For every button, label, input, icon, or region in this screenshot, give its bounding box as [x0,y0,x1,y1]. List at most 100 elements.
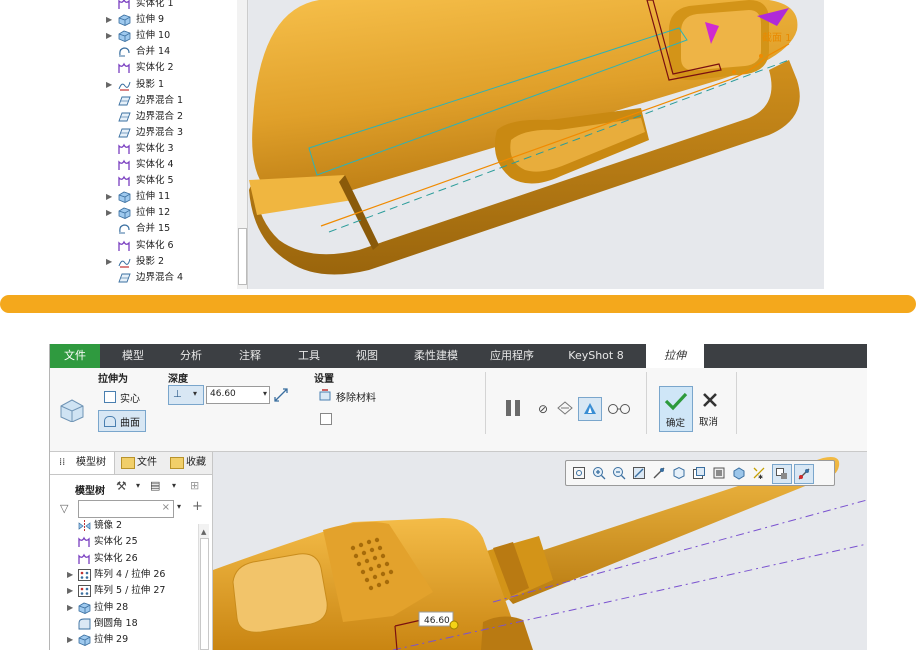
expand-icon[interactable]: ▶ [67,600,73,616]
boundary-blend-icon [118,95,131,107]
chevron-down-icon[interactable]: ▾ [172,481,176,490]
tree-item-label: 拉伸 28 [94,601,129,613]
repaint-icon[interactable] [632,466,646,480]
thicken-checkbox[interactable] [320,413,332,425]
tree-scrollbar[interactable] [237,0,248,289]
tree-item-label: 实体化 6 [136,239,174,251]
refit-icon[interactable] [572,466,586,480]
depth-input-value: 46.60 [210,389,236,399]
chevron-down-icon: ▾ [262,389,267,398]
datum-display-icon[interactable]: ✱ [752,466,766,480]
tab-file[interactable]: 文件 [50,344,100,368]
display-style-icon[interactable] [732,466,746,480]
cancel-button[interactable]: 取消 [695,386,725,430]
no-preview-icon[interactable]: ⊘ [538,402,548,416]
verify-mode-button[interactable] [578,397,602,421]
scrollbar-thumb[interactable] [238,228,247,285]
boundary-blend-icon [118,127,131,139]
surface-button[interactable]: 曲面 [98,410,146,432]
view-manager-icon[interactable] [692,466,706,480]
top-screenshot: 实体化 1 ▶ 拉伸 9 ▶ 拉伸 10 合并 14 实体化 2 ▶ 投影 1 边界混合 1 边界混… [92,0,824,289]
spin-toggle[interactable] [794,464,814,484]
expand-icon[interactable]: ▶ [106,77,112,93]
scrollbar-thumb[interactable] [200,538,209,650]
drag-handle[interactable] [449,620,459,630]
tab-tools[interactable]: 工具 [284,344,334,368]
favorites-icon [170,457,184,469]
expand-icon[interactable]: ▶ [106,254,112,270]
saved-orientations-icon[interactable] [672,466,686,480]
expand-icon[interactable]: ▶ [106,28,112,44]
projection-icon [118,256,131,268]
ribbon-tab-bar: 文件 模型 分析 注释 工具 视图 柔性建模 应用程序 KeyShot 8 拉伸 [50,344,867,368]
annotation-display-icon [776,468,787,479]
tab-view[interactable]: 视图 [342,344,392,368]
tab-applications[interactable]: 应用程序 [482,344,542,368]
expand-icon[interactable]: ▶ [67,567,73,583]
expand-icon[interactable]: ▶ [67,583,73,599]
expand-icon[interactable]: ▶ [106,12,112,28]
tree-header: 模型树 [75,486,105,497]
chevron-down-icon: ▾ [193,389,198,398]
tree-scrollbar[interactable]: ▲ [198,524,209,650]
tree-item-label: 实体化 25 [94,536,138,548]
dimension-value[interactable]: 46.60 [424,616,450,626]
clear-search-icon[interactable]: × [162,502,170,513]
preview-geometry-icon[interactable] [556,400,574,416]
tree-settings-icon[interactable]: ⚒ [116,479,127,493]
tab-model-tree[interactable]: ⁞⁞ 模型树 [50,452,115,474]
spin-center-icon[interactable] [652,466,666,480]
tab-analysis[interactable]: 分析 [166,344,216,368]
tab-files[interactable]: 文件 [117,452,163,474]
expand-icon[interactable]: ▶ [106,205,112,221]
remove-material-icon[interactable] [318,388,332,402]
zoom-out-icon[interactable] [612,466,626,480]
depth-option-dropdown[interactable]: ⊥ ▾ [168,385,204,405]
expand-icon[interactable]: ▶ [106,189,112,205]
tab-annotate[interactable]: 注释 [225,344,275,368]
chevron-down-icon[interactable]: ▾ [136,481,140,490]
annotation-display-toggle[interactable] [772,464,792,484]
round-icon [78,618,91,630]
tab-files-label: 文件 [137,457,157,468]
pause-icon[interactable] [506,400,511,416]
graphics-toolbar: ✱ [565,460,835,486]
tab-favorites[interactable]: 收藏 [166,452,212,474]
filter-icon[interactable]: ▽ [60,502,68,515]
scroll-up-icon[interactable]: ▲ [201,528,206,536]
zoom-in-icon[interactable] [592,466,606,480]
display-window [232,553,328,633]
ok-button[interactable]: 确定 [659,386,693,432]
graphics-area[interactable]: 截面 1 [249,0,824,289]
bottom-screenshot: 文件 模型 分析 注释 工具 视图 柔性建模 应用程序 KeyShot 8 拉伸… [49,344,867,650]
cancel-label: 取消 [699,417,719,428]
solid-button[interactable]: 实心 [102,389,162,407]
flip-direction-icon[interactable] [273,387,289,403]
separator [736,372,737,434]
show-icon[interactable]: ▤ [150,479,160,492]
filter-tree-icon[interactable]: ⊞ [190,479,199,492]
trajectory-point[interactable] [759,54,763,58]
separator [485,372,486,434]
depth-input[interactable]: 46.60 ▾ [206,386,270,404]
tab-model[interactable]: 模型 [108,344,158,368]
search-input[interactable]: × [78,500,174,518]
tab-keyshot[interactable]: KeyShot 8 [562,344,630,368]
perspective-icon[interactable] [712,466,726,480]
tab-favorites-label: 收藏 [186,457,206,468]
chevron-down-icon[interactable]: ▾ [177,502,181,511]
trajectory-point[interactable] [732,70,736,74]
pattern-icon [78,585,91,598]
remove-material-label[interactable]: 移除材料 [336,389,376,404]
tab-extrude[interactable]: 拉伸 [646,344,704,368]
glasses-icon[interactable] [607,401,631,415]
add-icon[interactable]: + [192,499,203,514]
tab-model-tree-label: 模型树 [76,457,106,468]
pause-icon[interactable] [515,400,520,416]
expand-icon[interactable]: ▶ [67,632,73,648]
graphics-area[interactable]: 46.60 ✱ [213,452,867,650]
extrude-icon [118,191,131,204]
model-view: 截面 1 [249,0,800,275]
tab-flexible-modeling[interactable]: 柔性建模 [406,344,466,368]
tree-item-label: 拉伸 11 [136,191,171,203]
